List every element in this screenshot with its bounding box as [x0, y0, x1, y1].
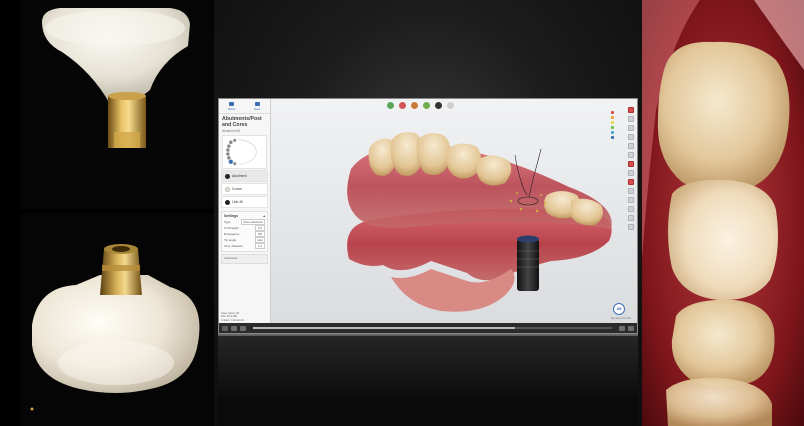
rotate-icon[interactable] [628, 116, 634, 122]
panel-title: Abutments/Post and Cores [222, 116, 262, 128]
shape-tool-icon[interactable] [423, 102, 430, 109]
step-label: Abutment [232, 174, 247, 178]
view-hint: Top view Ctrl+Tab [610, 317, 631, 320]
step-abutment[interactable]: Abutment [221, 170, 268, 182]
photo-intraoral [642, 0, 804, 426]
photo-screw-retained-crown [20, 213, 214, 426]
top-toolbar [387, 102, 454, 109]
collapse-icon[interactable]: ▴ [263, 214, 265, 218]
panel-subtitle: Abutment 46 [222, 129, 241, 133]
abutment-icon [225, 174, 230, 179]
brand-logo: 3M [613, 303, 625, 315]
screw-retained-crown-illustration [30, 244, 200, 411]
photo-crown-on-ti-base [20, 0, 214, 209]
occlusion-icon[interactable] [628, 179, 634, 185]
pause-icon[interactable] [231, 325, 237, 331]
video-controls [219, 323, 637, 333]
volume-icon[interactable] [240, 325, 246, 331]
crown-icon [225, 187, 230, 192]
pan-icon[interactable] [628, 134, 634, 140]
next-label: Next [254, 106, 261, 111]
undo-tool-icon[interactable] [447, 102, 454, 109]
smooth-tool-icon[interactable] [411, 102, 418, 109]
view-front-icon[interactable] [628, 143, 634, 149]
workflow-panel: Back Next Abutments/Post and Cores Abutm… [219, 99, 271, 325]
step-label: Crown [232, 187, 242, 191]
zoom-icon[interactable] [628, 125, 634, 131]
cad-app-window: Back Next Abutments/Post and Cores Abutm… [218, 98, 638, 334]
occlusal-distance-input[interactable]: 1.0 [255, 243, 265, 249]
material-tool-icon[interactable] [435, 102, 442, 109]
dental-scan-render [347, 132, 612, 312]
visibility-icon[interactable] [628, 161, 634, 167]
add-tool-icon[interactable] [387, 102, 394, 109]
crown-ti-base-illustration [42, 8, 190, 148]
layers-icon[interactable] [628, 197, 634, 203]
snapshot-icon[interactable] [628, 206, 634, 212]
settings-section: Settings ▴ Type Mono-abutment Cuff heigh… [221, 211, 268, 252]
laptop-base [218, 336, 638, 426]
right-toolbar [627, 107, 635, 230]
back-button[interactable]: Back [225, 101, 239, 111]
distance-color-legend [611, 111, 623, 177]
transparency-icon[interactable] [628, 188, 634, 194]
progress-fill [253, 327, 516, 329]
view-top-icon[interactable] [628, 152, 634, 158]
progress-bar[interactable] [253, 327, 612, 329]
settings-title: Settings ▴ [224, 214, 265, 218]
section-view-icon[interactable] [628, 107, 634, 113]
intraoral-illustration [642, 0, 804, 426]
case-info: Case: Demo 46 Site: 46 (LR6) Implant: Co… [221, 311, 244, 322]
help-icon[interactable] [628, 224, 634, 230]
next-icon [254, 101, 260, 106]
settings-icon[interactable] [628, 215, 634, 221]
step-crown[interactable]: Crown [221, 183, 268, 195]
step-link[interactable]: Link 46 [221, 196, 268, 208]
back-icon [229, 101, 235, 106]
measure-icon[interactable] [628, 170, 634, 176]
tooth-chart-diagram [226, 138, 257, 166]
3d-viewport[interactable] [271, 109, 623, 321]
setting-occlusal-distance: Occl. distance 1.0 [224, 243, 265, 249]
advanced-section[interactable]: Advanced [221, 254, 268, 264]
settings-icon[interactable] [619, 325, 625, 331]
link-icon [225, 200, 230, 205]
fullscreen-icon[interactable] [628, 325, 634, 331]
step-label: Link 46 [232, 200, 243, 204]
tooth-chart[interactable] [222, 135, 267, 169]
play-icon[interactable] [222, 325, 228, 331]
back-label: Back [228, 106, 236, 111]
panel-header: Back Next [219, 99, 270, 114]
next-button[interactable]: Next [250, 101, 264, 111]
remove-tool-icon[interactable] [399, 102, 406, 109]
